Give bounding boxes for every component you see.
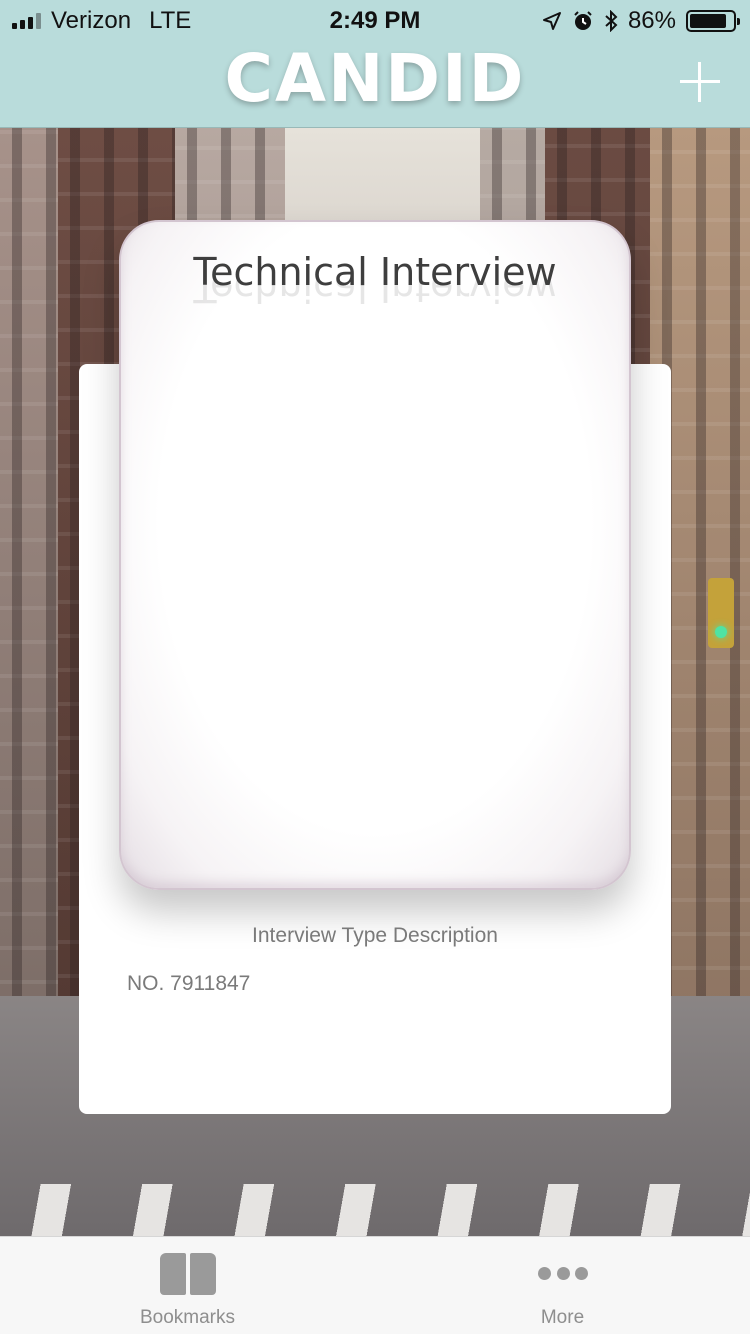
ellipsis-icon: [538, 1267, 588, 1281]
app-logo: CANDID: [224, 40, 526, 117]
location-icon: [542, 12, 561, 30]
battery-icon: [686, 10, 740, 32]
crosswalk: [0, 1184, 750, 1236]
top-bar: Verizon LTE 2:49 PM 86% CANDID: [0, 0, 750, 128]
battery-fill: [690, 14, 727, 28]
tab-more[interactable]: More: [375, 1237, 750, 1334]
tab-bookmarks-label: Bookmarks: [139, 1307, 236, 1328]
alarm-icon: [574, 11, 592, 30]
status-right: 86%: [542, 7, 740, 35]
battery-percent: 86%: [627, 7, 676, 34]
card-title-reflection: Technical Interview: [193, 280, 557, 310]
bluetooth-icon: [605, 10, 618, 32]
tab-bookmarks[interactable]: Bookmarks: [0, 1237, 375, 1334]
tab-more-label: More: [540, 1307, 585, 1328]
status-bar: Verizon LTE 2:49 PM 86%: [0, 0, 750, 40]
book-icon: [160, 1253, 216, 1297]
building-left-1: [0, 128, 60, 1048]
card-description: Interview Type Description: [252, 924, 498, 947]
tab-bar: Bookmarks More: [0, 1236, 750, 1334]
plus-icon[interactable]: [680, 62, 720, 102]
traffic-light: [708, 578, 734, 648]
interview-card[interactable]: Technical Interview Technical Interview: [119, 220, 631, 890]
card-number: NO. 7911847: [127, 972, 251, 995]
